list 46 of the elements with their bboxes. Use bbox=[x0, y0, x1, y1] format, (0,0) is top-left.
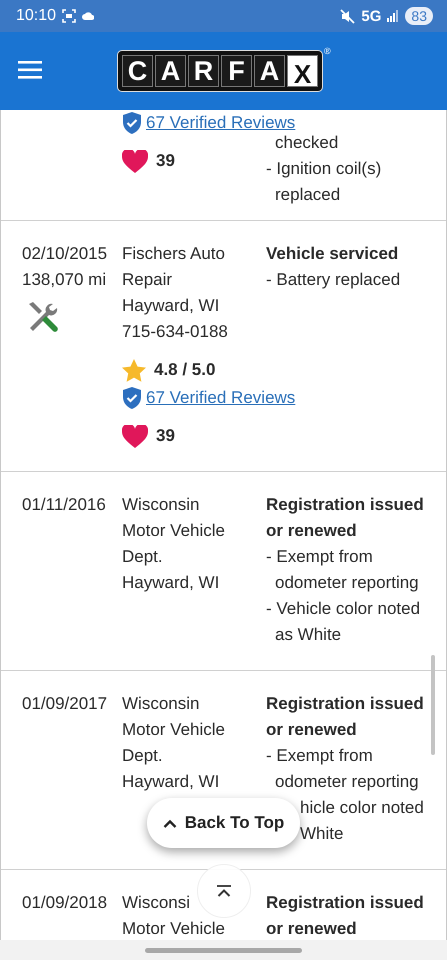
business-info: Motor Vehicle bbox=[122, 918, 225, 940]
business-info: Wisconsin Motor Vehicle Dept. bbox=[122, 494, 226, 568]
cloud-icon bbox=[82, 12, 94, 20]
menu-icon[interactable] bbox=[18, 61, 42, 79]
event-detail: - Ignition coil(s) replaced bbox=[266, 158, 382, 206]
heart-icon bbox=[122, 424, 148, 448]
record-mileage: 138,070 mi bbox=[22, 269, 106, 291]
record-date: 02/10/2015 bbox=[22, 243, 108, 265]
verified-shield-icon bbox=[122, 112, 142, 134]
business-info: Hayward, WI bbox=[122, 572, 220, 594]
event-title: Registration issued or renewed bbox=[266, 693, 425, 741]
home-indicator[interactable] bbox=[145, 948, 302, 952]
clock-time: 10:10 bbox=[16, 7, 56, 25]
chevron-up-icon bbox=[162, 818, 177, 828]
star-icon bbox=[122, 358, 146, 382]
record-date: 01/09/2017 bbox=[22, 693, 108, 715]
rating-score: 4.8 / 5.0 bbox=[154, 359, 216, 381]
business-info: 715-634-0188 bbox=[122, 321, 228, 343]
event-title: Registration issued or renewed bbox=[266, 892, 425, 940]
event-title: Vehicle serviced bbox=[266, 243, 398, 265]
network-type: 5G bbox=[361, 8, 382, 24]
event-detail: - Vehicle color noted as White bbox=[266, 598, 422, 646]
verified-shield-icon bbox=[122, 387, 142, 409]
business-info: Hayward, WI bbox=[122, 771, 220, 793]
mute-icon bbox=[340, 8, 356, 24]
business-info: Wisconsi bbox=[122, 892, 190, 914]
registered-mark: ® bbox=[324, 46, 331, 56]
screenshot-icon bbox=[62, 9, 76, 23]
event-detail: - Exempt from odometer reporting bbox=[266, 546, 420, 594]
record-date: 01/11/2016 bbox=[22, 494, 106, 516]
scroll-top-icon bbox=[217, 885, 231, 897]
signal-icon bbox=[387, 10, 400, 22]
event-detail: hicle color noted bbox=[299, 797, 424, 819]
event-detail: - Battery replaced bbox=[266, 269, 400, 291]
favorites-count: 39 bbox=[156, 425, 175, 447]
business-info: Wisconsin Motor Vehicle Dept. bbox=[122, 693, 226, 767]
business-info: Fischers Auto Repair bbox=[122, 243, 226, 291]
battery-level: 83 bbox=[405, 7, 433, 25]
business-info: Hayward, WI bbox=[122, 295, 220, 317]
back-to-top-button[interactable]: Back To Top bbox=[147, 798, 300, 848]
event-title: Registration issued or renewed bbox=[266, 494, 425, 542]
record-date: 01/09/2018 bbox=[22, 892, 108, 914]
reviews-link[interactable]: 67 Verified Reviews bbox=[146, 385, 296, 411]
favorites-count: 39 bbox=[156, 150, 175, 172]
carfax-logo[interactable]: C A R F A X bbox=[118, 51, 322, 91]
heart-icon bbox=[122, 150, 148, 172]
